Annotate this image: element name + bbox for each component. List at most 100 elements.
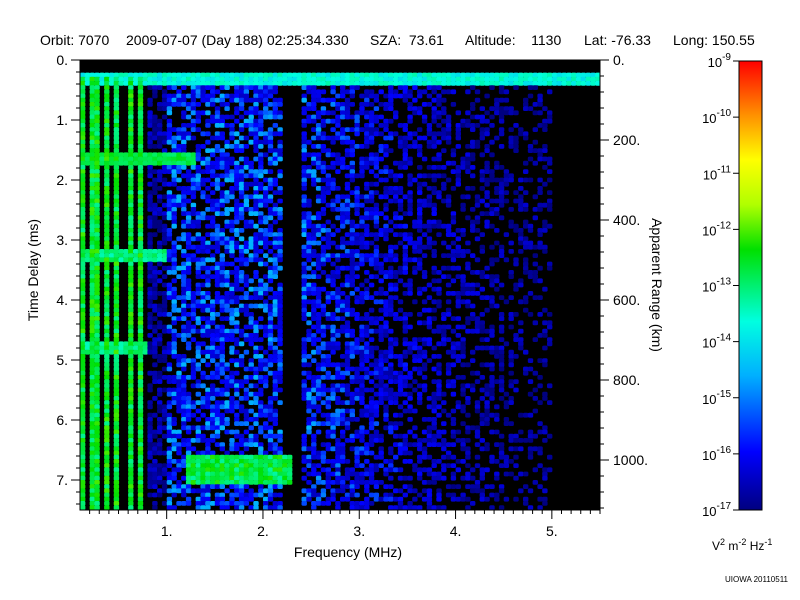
heatmap-cell <box>470 349 476 355</box>
heatmap-cell <box>330 429 336 435</box>
heatmap-cell <box>436 475 442 481</box>
heatmap-cell <box>147 207 153 212</box>
heatmap-cell <box>200 249 206 254</box>
heatmap-cell <box>128 169 134 174</box>
heatmap-cell <box>441 505 447 510</box>
heatmap-cell <box>330 186 336 191</box>
heatmap-cell <box>113 433 120 439</box>
heatmap-cell <box>306 165 312 170</box>
heatmap-cell <box>368 156 375 162</box>
heatmap-cell <box>128 219 134 225</box>
heatmap-cell <box>445 228 452 233</box>
heatmap-cell <box>378 76 384 82</box>
heatmap-cell <box>340 442 346 447</box>
heatmap-cell <box>489 333 495 338</box>
heatmap-cell <box>277 228 283 233</box>
heatmap-cell <box>200 257 206 263</box>
heatmap-cell <box>104 408 110 414</box>
heatmap-cell <box>104 333 110 338</box>
heatmap-cell <box>234 421 240 426</box>
heatmap-cell <box>195 471 201 477</box>
heatmap-cell <box>113 379 120 384</box>
heatmap-cell <box>89 303 95 309</box>
heatmap-cell <box>219 328 225 334</box>
heatmap-cell <box>113 127 120 132</box>
heatmap-cell <box>412 345 418 351</box>
heatmap-cell <box>137 207 144 212</box>
heatmap-cell <box>373 131 380 137</box>
heatmap-cell <box>393 425 399 431</box>
heatmap-cell <box>489 139 495 145</box>
heatmap-cell <box>258 76 264 82</box>
heatmap-cell <box>104 387 110 393</box>
heatmap-cell <box>229 236 235 242</box>
heatmap-cell <box>171 375 177 380</box>
heatmap-cell <box>210 173 216 179</box>
heatmap-cell <box>460 345 466 351</box>
heatmap-cell <box>441 186 447 191</box>
heatmap-cell <box>104 156 110 162</box>
heatmap-cell <box>181 198 187 204</box>
heatmap-cell <box>417 370 423 376</box>
heatmap-cell <box>272 207 278 212</box>
heatmap-cell <box>330 181 336 187</box>
heatmap-cell <box>108 249 115 254</box>
heatmap-cell <box>330 110 336 116</box>
heatmap-cell <box>181 282 187 288</box>
heatmap-cell <box>157 139 163 145</box>
heatmap-cell <box>301 97 307 103</box>
heatmap-cell <box>94 123 100 128</box>
heatmap-cell <box>205 240 211 246</box>
heatmap-cell <box>373 492 380 498</box>
heatmap-cell <box>479 295 485 300</box>
heatmap-cell <box>474 139 481 145</box>
heatmap-cell <box>128 375 134 380</box>
heatmap-cell <box>113 375 120 380</box>
heatmap-cell <box>436 286 442 292</box>
heatmap-cell <box>306 299 312 305</box>
heatmap-cell <box>306 215 312 221</box>
heatmap-cell <box>253 194 259 200</box>
heatmap-cell <box>315 261 322 267</box>
heatmap-cell <box>460 324 466 330</box>
heatmap-cell <box>489 72 495 78</box>
heatmap-cell <box>383 366 389 372</box>
heatmap-cell <box>147 320 153 326</box>
heatmap-cell <box>393 72 399 78</box>
heatmap-cell <box>161 249 168 254</box>
heatmap-cell <box>113 454 120 460</box>
heatmap-cell <box>190 102 197 107</box>
heatmap-cell <box>137 123 144 128</box>
heatmap-cell <box>441 173 447 179</box>
heatmap-cell <box>368 274 375 279</box>
heatmap-cell <box>325 501 331 506</box>
heatmap-cell <box>306 274 312 279</box>
heatmap-cell <box>128 396 134 401</box>
heatmap-cell <box>325 240 331 246</box>
heatmap-cell <box>263 496 269 502</box>
heatmap-cell <box>94 354 100 359</box>
heatmap-cell <box>229 190 235 195</box>
heatmap-cell <box>181 299 187 305</box>
heatmap-cell <box>267 228 274 233</box>
heatmap-cell <box>219 228 225 233</box>
heatmap-cell <box>340 324 346 330</box>
heatmap-cell <box>431 81 437 86</box>
heatmap-cell <box>267 102 274 107</box>
heatmap-cell <box>238 249 245 254</box>
heatmap-cell <box>234 454 240 460</box>
heatmap-cell <box>315 408 322 414</box>
heatmap-cell <box>80 400 86 405</box>
heatmap-cell <box>253 303 259 309</box>
heatmap-cell <box>393 312 399 317</box>
heatmap-cell <box>185 446 192 452</box>
heatmap-cell <box>340 215 346 221</box>
heatmap-cell <box>176 387 182 393</box>
heatmap-cell <box>344 211 351 216</box>
heatmap-cell <box>210 202 216 208</box>
heatmap-cell <box>234 379 240 384</box>
heatmap-cell <box>368 400 375 405</box>
heatmap-cell <box>210 345 216 351</box>
heatmap-cell <box>354 261 360 267</box>
heatmap-cell <box>421 341 428 347</box>
